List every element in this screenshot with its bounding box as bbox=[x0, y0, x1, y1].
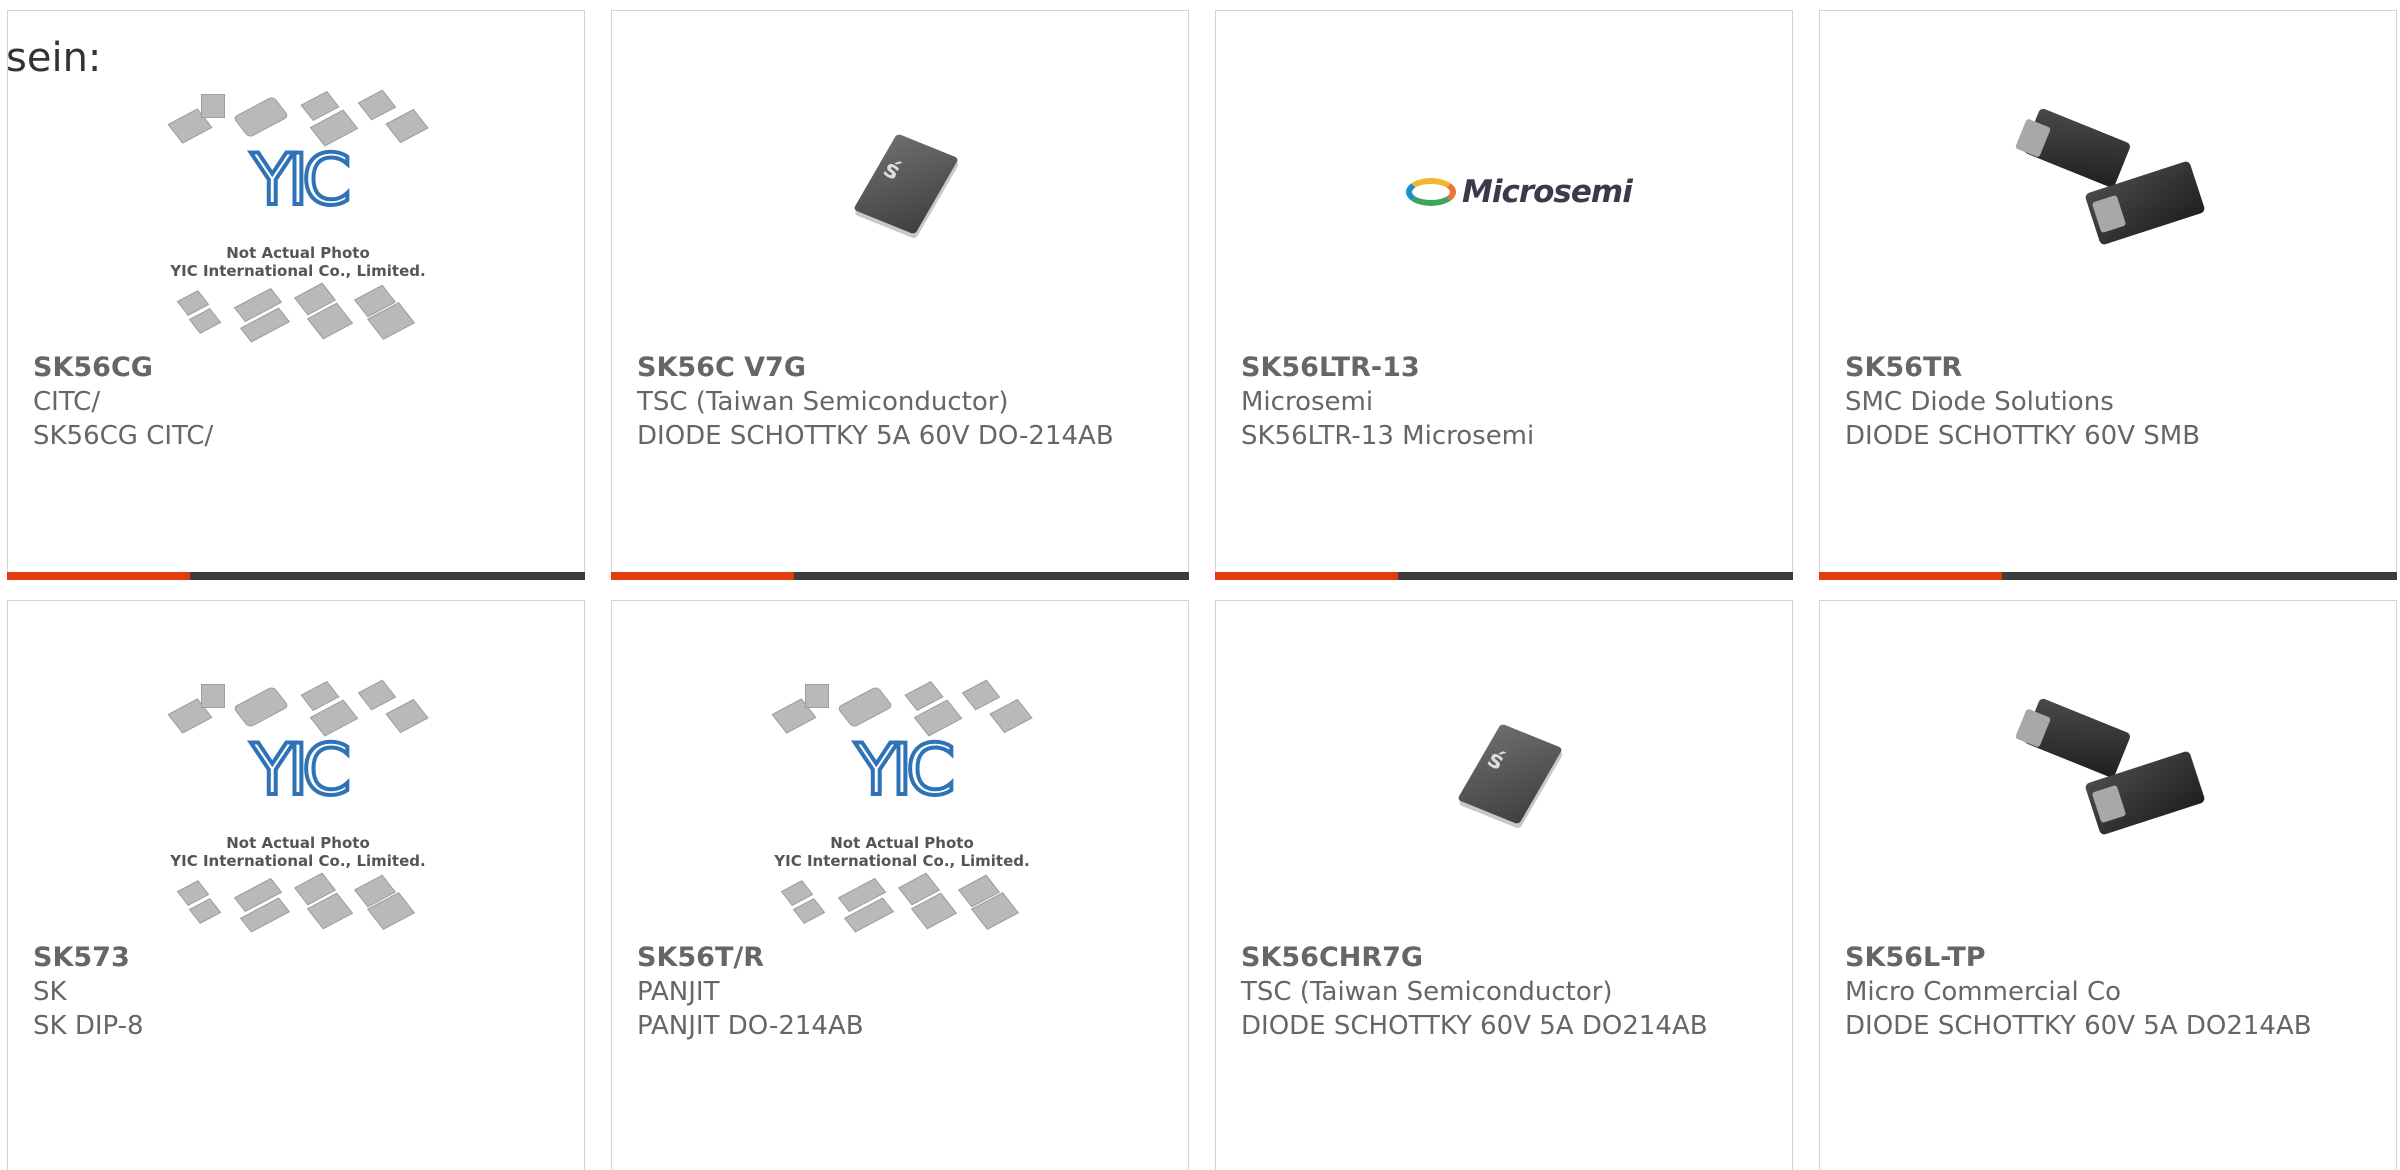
yic-placeholder-image: YIC Not Actual Photo YIC International C… bbox=[163, 86, 433, 356]
yic-placeholder-image: YIC Not Actual Photo YIC International C… bbox=[767, 676, 1037, 946]
part-number[interactable]: SK56CHR7G bbox=[1241, 941, 1762, 975]
smb-diodes-image bbox=[2010, 676, 2210, 876]
part-number[interactable]: SK56L-TP bbox=[1845, 941, 2366, 975]
manufacturer: TSC (Taiwan Semiconductor) bbox=[637, 387, 1009, 417]
product-card[interactable]: ś SK56C V7G TSC (Taiwan Semiconductor) D… bbox=[611, 10, 1189, 580]
yic-placeholder-image: YIC Not Actual Photo YIC International C… bbox=[163, 676, 433, 946]
card-bottom-bar bbox=[611, 572, 1189, 580]
placeholder-caption-1: Not Actual Photo bbox=[226, 244, 370, 262]
manufacturer: SMC Diode Solutions bbox=[1845, 387, 2114, 417]
product-card[interactable]: SK56L-TP Micro Commercial Co DIODE SCHOT… bbox=[1819, 600, 2397, 1170]
product-image[interactable]: ś bbox=[612, 86, 1188, 356]
placeholder-caption-2: YIC International Co., Limited. bbox=[170, 262, 426, 280]
part-number[interactable]: SK56T/R bbox=[637, 941, 1158, 975]
description: SK56LTR-13 Microsemi bbox=[1241, 421, 1535, 451]
description: DIODE SCHOTTKY 60V SMB bbox=[1845, 421, 2201, 451]
product-image[interactable] bbox=[1820, 86, 2396, 356]
description: DIODE SCHOTTKY 5A 60V DO-214AB bbox=[637, 421, 1114, 451]
placeholder-caption-1: Not Actual Photo bbox=[226, 834, 370, 852]
part-number[interactable]: SK56TR bbox=[1845, 351, 2366, 385]
manufacturer: Microsemi bbox=[1241, 387, 1374, 417]
product-card[interactable]: SK56TR SMC Diode Solutions DIODE SCHOTTK… bbox=[1819, 10, 2397, 580]
smb-diodes-image bbox=[2010, 86, 2210, 286]
part-number[interactable]: SK56LTR-13 bbox=[1241, 351, 1762, 385]
description: SK56CG CITC/ bbox=[33, 421, 214, 451]
product-image[interactable]: Microsemi bbox=[1216, 86, 1792, 356]
manufacturer: SK bbox=[33, 977, 67, 1007]
manufacturer: PANJIT bbox=[637, 977, 720, 1007]
description: SK DIP-8 bbox=[33, 1011, 144, 1041]
product-image[interactable]: YIC Not Actual Photo YIC International C… bbox=[8, 676, 584, 946]
part-number[interactable]: SK573 bbox=[33, 941, 554, 975]
description: PANJIT DO-214AB bbox=[637, 1011, 864, 1041]
manufacturer: CITC/ bbox=[33, 387, 101, 417]
card-bottom-bar bbox=[1819, 572, 2397, 580]
description: DIODE SCHOTTKY 60V 5A DO214AB bbox=[1845, 1011, 2312, 1041]
product-card[interactable]: YIC Not Actual Photo YIC International C… bbox=[611, 600, 1189, 1170]
placeholder-caption-1: Not Actual Photo bbox=[830, 834, 974, 852]
tsc-chip-image: ś bbox=[1457, 716, 1563, 826]
product-image[interactable]: YIC Not Actual Photo YIC International C… bbox=[8, 86, 584, 356]
manufacturer: Micro Commercial Co bbox=[1845, 977, 2122, 1007]
product-card[interactable]: YIC Not Actual Photo YIC International C… bbox=[7, 600, 585, 1170]
card-bottom-bar bbox=[1215, 572, 1793, 580]
product-image[interactable] bbox=[1820, 676, 2396, 946]
description: DIODE SCHOTTKY 60V 5A DO214AB bbox=[1241, 1011, 1708, 1041]
placeholder-caption-2: YIC International Co., Limited. bbox=[170, 852, 426, 870]
product-card[interactable]: YIC Not Actual Photo YIC International C… bbox=[7, 10, 585, 580]
placeholder-caption-2: YIC International Co., Limited. bbox=[774, 852, 1030, 870]
tsc-chip-image: ś bbox=[853, 126, 959, 236]
product-image[interactable]: ś bbox=[1216, 676, 1792, 946]
yic-logo: YIC bbox=[249, 139, 353, 221]
page-prefix-text: sein: bbox=[6, 35, 102, 81]
part-number[interactable]: SK56C V7G bbox=[637, 351, 1158, 385]
product-card[interactable]: ś SK56CHR7G TSC (Taiwan Semiconductor) D… bbox=[1215, 600, 1793, 1170]
yic-logo: YIC bbox=[853, 729, 957, 811]
microsemi-logo-text: Microsemi bbox=[1462, 174, 1633, 210]
product-card[interactable]: Microsemi SK56LTR-13 Microsemi SK56LTR-1… bbox=[1215, 10, 1793, 580]
part-number[interactable]: SK56CG bbox=[33, 351, 554, 385]
card-bottom-bar bbox=[7, 572, 585, 580]
product-image[interactable]: YIC Not Actual Photo YIC International C… bbox=[612, 676, 1188, 946]
manufacturer: TSC (Taiwan Semiconductor) bbox=[1241, 977, 1613, 1007]
yic-logo: YIC bbox=[249, 729, 353, 811]
